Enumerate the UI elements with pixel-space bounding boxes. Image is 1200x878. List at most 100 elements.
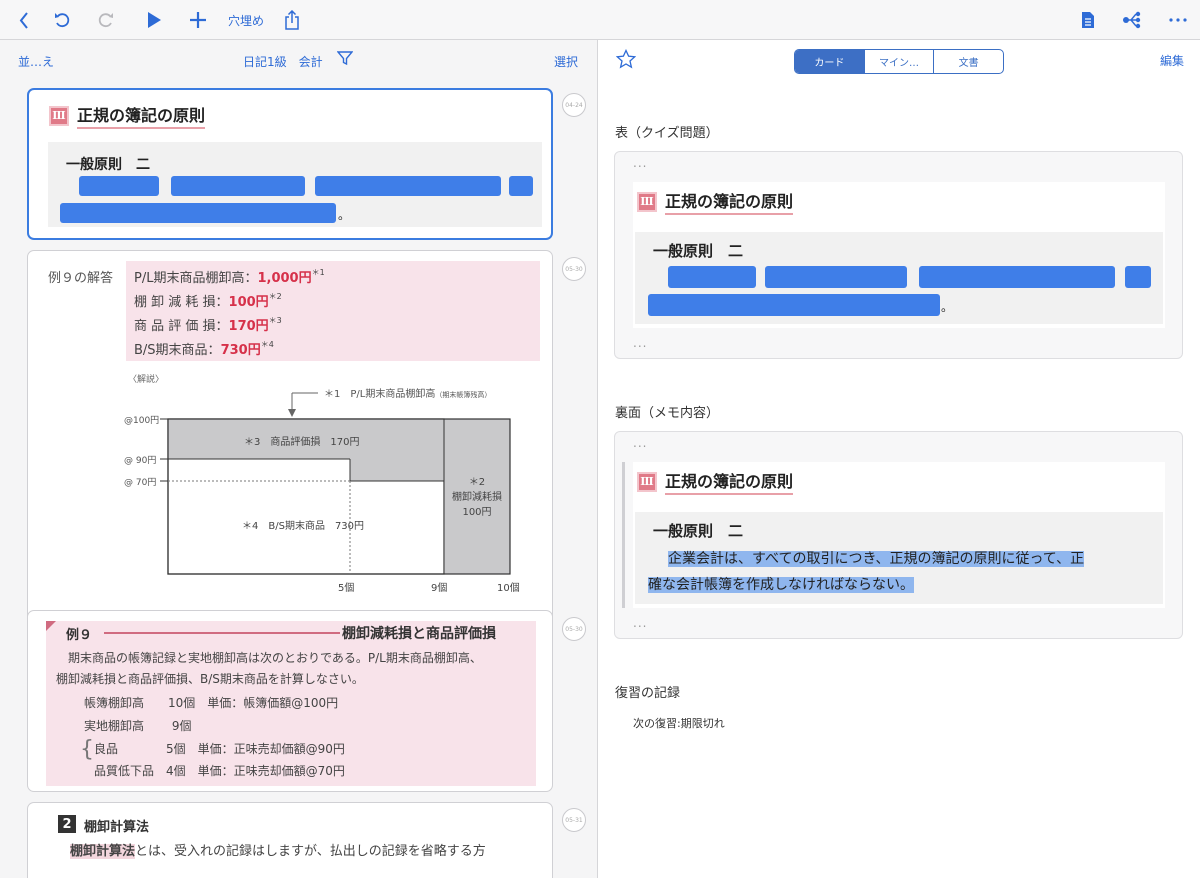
section-number: 2 — [58, 815, 76, 833]
view-segmented-control[interactable]: カード マイン… 文書 — [794, 49, 1004, 74]
quote-bar — [622, 462, 625, 608]
filter-icon[interactable] — [336, 50, 354, 69]
cloze-mask[interactable] — [648, 294, 940, 316]
cloze-mask[interactable] — [765, 266, 907, 288]
example-row: 実地棚卸高 9個 — [84, 719, 192, 733]
next-review-text: 次の復習:期限切れ — [633, 717, 725, 730]
front-label: 表（クイズ問題） — [615, 126, 719, 141]
example-title: 棚卸減耗損と商品評価損 — [342, 626, 496, 642]
example-row: 良品 5個 単価：正味売却価額@90円 — [94, 742, 345, 756]
box3-label: ＊3 商品評価損 170円 — [244, 437, 360, 448]
section-title: Ⅲ 正規の簿記の原則 — [49, 102, 206, 129]
mindmap-icon[interactable] — [1118, 0, 1146, 40]
section-body: 棚卸計算法とは、受入れの記録はしますが、払出しの記録を省略する方 — [70, 844, 486, 859]
example-row: 帳簿棚卸高 10個 単価：帳簿価額@100円 — [84, 696, 339, 710]
y-label: @ 90円 — [124, 456, 157, 466]
cloze-mask[interactable] — [79, 176, 159, 196]
answer-line: 確な会計帳簿を作成しなければならない。 — [648, 577, 914, 593]
scan-block: 一般原則 二 企業会計は、すべての取引につき、正規の簿記の原則に従って、正 確な… — [635, 512, 1163, 604]
scan-block: 一般原則 二 。 — [635, 232, 1163, 324]
answer-line: 企業会計は、すべての取引につき、正規の簿記の原則に従って、正 — [668, 551, 1085, 567]
cloze-mask[interactable] — [60, 203, 336, 223]
roman-numeral: Ⅲ — [637, 471, 657, 492]
section-title: Ⅲ 正規の簿記の原則 — [637, 188, 794, 215]
example-number: 例９ — [66, 628, 93, 643]
date-badge: 05-31 — [562, 808, 586, 832]
card-title: 正規の簿記の原則 — [77, 102, 206, 129]
front-image: Ⅲ 正規の簿記の原則 一般原則 二 。 — [633, 182, 1165, 328]
list-header: 並…え 日記1級 会計 選択 — [0, 40, 597, 80]
title-rule — [104, 632, 340, 634]
date-badge: 05-30 — [562, 257, 586, 281]
corner-mark — [46, 621, 56, 631]
cloze-mask[interactable] — [315, 176, 501, 196]
y-label: @ 70円 — [124, 478, 157, 488]
front-panel[interactable]: ... Ⅲ 正規の簿記の原則 一般原則 二 。 ... — [614, 151, 1183, 359]
list-item[interactable]: 2 棚卸計算法 棚卸計算法とは、受入れの記録はしますが、払出しの記録を省略する方 — [27, 802, 553, 878]
y-label: @100円 — [124, 416, 160, 426]
example-body: 棚卸減耗損と商品評価損、B/S期末商品を計算しなさい。 — [56, 672, 364, 686]
cloze-mask[interactable] — [919, 266, 1115, 288]
cloze-mask[interactable] — [1125, 266, 1151, 288]
box4-label: ＊4 B/S期末商品 730円 — [242, 521, 365, 532]
scan-block: 一般原則 二 。 — [48, 142, 542, 227]
x-label: 10個 — [497, 583, 520, 594]
date-badge: 05-30 — [562, 617, 586, 641]
card-list-pane: 並…え 日記1級 会計 選択 Ⅲ 正規の簿記の原則 一般原則 二 。 04-24… — [0, 40, 598, 878]
undo-icon[interactable] — [48, 0, 76, 40]
period-text: 。 — [338, 208, 351, 222]
top-toolbar: 穴埋め — [0, 0, 1200, 40]
ellipsis-top: ... — [633, 156, 648, 170]
document-icon[interactable] — [1074, 0, 1102, 40]
back-label: 裏面（メモ内容） — [615, 406, 720, 421]
date-badge: 04-24 — [562, 93, 586, 117]
segment-card[interactable]: カード — [795, 50, 865, 73]
play-icon[interactable] — [140, 0, 168, 40]
example-body: 期末商品の帳簿記録と実地棚卸高は次のとおりである。P/L期末商品棚卸高、 — [68, 651, 482, 665]
add-icon[interactable] — [184, 0, 212, 40]
back-image: Ⅲ 正規の簿記の原則 一般原則 二 企業会計は、すべての取引につき、正規の簿記の… — [633, 462, 1165, 608]
card-detail-pane: カード マイン… 文書 編集 表（クイズ問題） ... Ⅲ 正規の簿記の原則 一… — [599, 40, 1200, 878]
roman-numeral: Ⅲ — [49, 105, 69, 126]
brace: { — [80, 737, 94, 762]
review-label: 復習の記録 — [615, 686, 681, 701]
back-panel[interactable]: ... Ⅲ 正規の簿記の原則 一般原則 二 企業会計は、すべての取引につき、正規… — [614, 431, 1183, 639]
cloze-button[interactable]: 穴埋め — [224, 0, 268, 40]
select-button[interactable]: 選択 — [554, 53, 578, 70]
cloze-mask[interactable] — [509, 176, 533, 196]
example-row: 品質低下品 4個 単価：正味売却価額@70円 — [94, 764, 345, 778]
ellipsis-bottom: ... — [633, 616, 648, 630]
cloze-mask[interactable] — [668, 266, 756, 288]
back-title: 正規の簿記の原則 — [665, 468, 794, 495]
more-icon[interactable] — [1164, 0, 1192, 40]
share-icon[interactable] — [278, 0, 306, 40]
list-item[interactable]: 例９の解答 P/L期末商品棚卸高：1,000円＊1 棚 卸 減 耗 損：100円… — [27, 250, 553, 640]
list-item[interactable]: Ⅲ 正規の簿記の原則 一般原則 二 。 — [27, 88, 553, 240]
segment-mindmap[interactable]: マイン… — [865, 50, 935, 73]
filter-tags[interactable]: 日記1級 会計 — [243, 53, 323, 70]
box2-mark: ＊2 — [468, 477, 486, 488]
edit-button[interactable]: 編集 — [1160, 52, 1184, 69]
back-icon[interactable] — [10, 0, 38, 40]
box2-value: 100円 — [462, 507, 492, 518]
ellipsis-top: ... — [633, 436, 648, 450]
sort-button[interactable]: 並…え — [18, 53, 54, 70]
star-icon[interactable] — [615, 48, 637, 73]
principle-heading: 一般原則 二 — [653, 242, 744, 260]
principle-heading: 一般原則 二 — [653, 522, 744, 540]
section-title: 棚卸計算法 — [84, 820, 150, 835]
redo-icon[interactable] — [92, 0, 120, 40]
segment-document[interactable]: 文書 — [934, 50, 1003, 73]
ellipsis-bottom: ... — [633, 336, 648, 350]
period-text: 。 — [941, 300, 954, 314]
cloze-mask[interactable] — [171, 176, 305, 196]
answer-text: 企業会計は、すべての取引につき、正規の簿記の原則に従って、正 確な会計帳簿を作成… — [648, 546, 1085, 598]
section-title: Ⅲ 正規の簿記の原則 — [637, 468, 794, 495]
list-item[interactable]: 例９ 棚卸減耗損と商品評価損 期末商品の帳簿記録と実地棚卸高は次のとおりである。… — [27, 610, 553, 792]
box2-label: 棚卸減耗損 — [452, 492, 502, 503]
x-label: 9個 — [431, 583, 448, 594]
x-label: 5個 — [338, 583, 355, 594]
front-title: 正規の簿記の原則 — [665, 188, 794, 215]
principle-heading: 一般原則 二 — [66, 157, 150, 173]
roman-numeral: Ⅲ — [637, 191, 657, 212]
